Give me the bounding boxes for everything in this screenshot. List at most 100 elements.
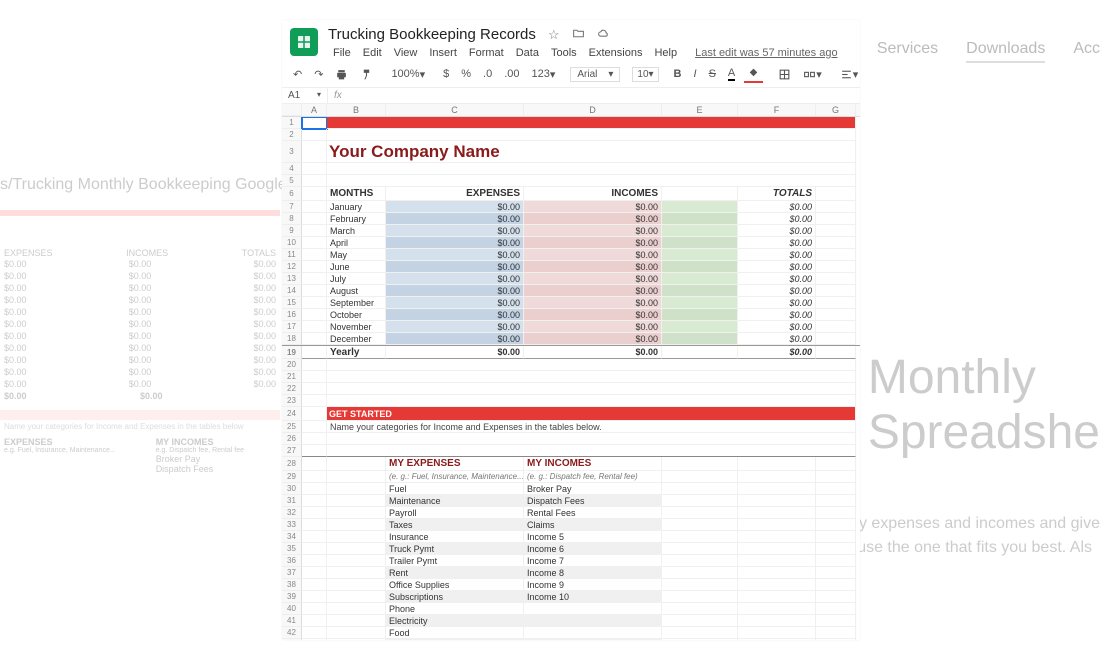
cell[interactable] xyxy=(327,483,386,495)
cell[interactable] xyxy=(662,579,738,591)
header-totals[interactable]: TOTALS xyxy=(738,187,816,201)
col-header-e[interactable]: E xyxy=(662,104,738,116)
row-header-3[interactable]: 3 xyxy=(282,141,302,163)
cell[interactable] xyxy=(816,201,856,213)
cell[interactable] xyxy=(302,591,327,603)
cell[interactable] xyxy=(662,237,738,249)
row-header-31[interactable]: 31 xyxy=(282,495,302,507)
cell[interactable] xyxy=(816,591,856,603)
cell[interactable] xyxy=(302,555,327,567)
increase-decimal-icon[interactable]: .00 xyxy=(501,66,522,82)
cell[interactable] xyxy=(327,163,856,175)
cell[interactable] xyxy=(302,225,327,237)
expense-0[interactable]: $0.00 xyxy=(386,201,524,213)
expense-cat-2[interactable]: Payroll xyxy=(386,507,524,519)
cell[interactable] xyxy=(662,297,738,309)
expense-cat-4[interactable]: Insurance xyxy=(386,531,524,543)
cell[interactable] xyxy=(327,615,386,627)
cell[interactable] xyxy=(662,627,738,639)
row-header-6[interactable]: 6 xyxy=(282,187,302,201)
income-cat-12[interactable] xyxy=(524,627,662,639)
month-july[interactable]: July xyxy=(327,273,386,285)
row-header-37[interactable]: 37 xyxy=(282,567,302,579)
expense-cat-1[interactable]: Maintenance xyxy=(386,495,524,507)
cell[interactable] xyxy=(662,555,738,567)
income-8[interactable]: $0.00 xyxy=(524,297,662,309)
income-cat-1[interactable]: Dispatch Fees xyxy=(524,495,662,507)
total-5[interactable]: $0.00 xyxy=(738,261,816,273)
expense-cat-5[interactable]: Truck Pymt xyxy=(386,543,524,555)
font-select[interactable]: Arial▾ xyxy=(570,67,620,82)
cell[interactable] xyxy=(816,483,856,495)
row-header-32[interactable]: 32 xyxy=(282,507,302,519)
cell[interactable] xyxy=(738,579,816,591)
income-cat-2[interactable]: Rental Fees xyxy=(524,507,662,519)
expense-11[interactable]: $0.00 xyxy=(386,333,524,345)
row-header-16[interactable]: 16 xyxy=(282,309,302,321)
cell[interactable] xyxy=(302,333,327,345)
cell[interactable] xyxy=(302,421,327,433)
menu-file[interactable]: File xyxy=(328,45,356,61)
cell[interactable] xyxy=(327,603,386,615)
row-header-22[interactable]: 22 xyxy=(282,383,302,395)
month-january[interactable]: January xyxy=(327,201,386,213)
row-header-9[interactable]: 9 xyxy=(282,225,302,237)
menu-help[interactable]: Help xyxy=(649,45,682,61)
row-header-11[interactable]: 11 xyxy=(282,249,302,261)
cell[interactable] xyxy=(302,187,327,201)
income-cat-11[interactable] xyxy=(524,615,662,627)
total-1[interactable]: $0.00 xyxy=(738,213,816,225)
cell[interactable] xyxy=(662,249,738,261)
cloud-status-icon[interactable] xyxy=(597,27,610,43)
cell[interactable] xyxy=(816,333,856,345)
row-header-40[interactable]: 40 xyxy=(282,603,302,615)
col-header-b[interactable]: B xyxy=(327,104,386,116)
month-june[interactable]: June xyxy=(327,261,386,273)
cell[interactable] xyxy=(662,603,738,615)
expense-cat-12[interactable]: Food xyxy=(386,627,524,639)
cell[interactable] xyxy=(816,237,856,249)
expense-cat-8[interactable]: Office Supplies xyxy=(386,579,524,591)
row-header-12[interactable]: 12 xyxy=(282,261,302,273)
cell[interactable] xyxy=(662,507,738,519)
cell[interactable] xyxy=(662,531,738,543)
halign-icon[interactable]: ▾ xyxy=(837,66,860,83)
row-header-30[interactable]: 30 xyxy=(282,483,302,495)
col-header-d[interactable]: D xyxy=(524,104,662,116)
row-header-24[interactable]: 24 xyxy=(282,407,302,421)
cell[interactable] xyxy=(662,321,738,333)
italic-icon[interactable]: I xyxy=(691,66,700,82)
income-cat-7[interactable]: Income 8 xyxy=(524,567,662,579)
row-header-7[interactable]: 7 xyxy=(282,201,302,213)
cell[interactable] xyxy=(302,371,327,383)
income-9[interactable]: $0.00 xyxy=(524,309,662,321)
font-size-select[interactable]: 10▾ xyxy=(632,67,658,82)
merge-icon[interactable]: ▾ xyxy=(800,66,825,83)
cell[interactable] xyxy=(816,639,856,640)
row-header-33[interactable]: 33 xyxy=(282,519,302,531)
expense-2[interactable]: $0.00 xyxy=(386,225,524,237)
cell[interactable] xyxy=(662,615,738,627)
number-format-select[interactable]: 123 ▾ xyxy=(529,66,559,83)
cell[interactable] xyxy=(302,519,327,531)
cell[interactable] xyxy=(302,627,327,639)
row-header-36[interactable]: 36 xyxy=(282,555,302,567)
menu-insert[interactable]: Insert xyxy=(424,45,462,61)
cell[interactable] xyxy=(302,483,327,495)
cell[interactable] xyxy=(738,639,816,640)
expense-1[interactable]: $0.00 xyxy=(386,213,524,225)
cell[interactable] xyxy=(302,603,327,615)
row-header-27[interactable]: 27 xyxy=(282,445,302,457)
month-december[interactable]: December xyxy=(327,333,386,345)
strike-icon[interactable]: S xyxy=(706,66,719,82)
sheet-body[interactable]: 123Your Company Name456MONTHSEXPENSESINC… xyxy=(282,117,860,640)
row-header-4[interactable]: 4 xyxy=(282,163,302,175)
cell[interactable] xyxy=(327,507,386,519)
row-header-21[interactable]: 21 xyxy=(282,371,302,383)
row-header-35[interactable]: 35 xyxy=(282,543,302,555)
yearly-label[interactable]: Yearly xyxy=(327,346,386,359)
row-header-17[interactable]: 17 xyxy=(282,321,302,333)
row-header-13[interactable]: 13 xyxy=(282,273,302,285)
cell[interactable] xyxy=(662,346,738,359)
cell[interactable] xyxy=(738,615,816,627)
